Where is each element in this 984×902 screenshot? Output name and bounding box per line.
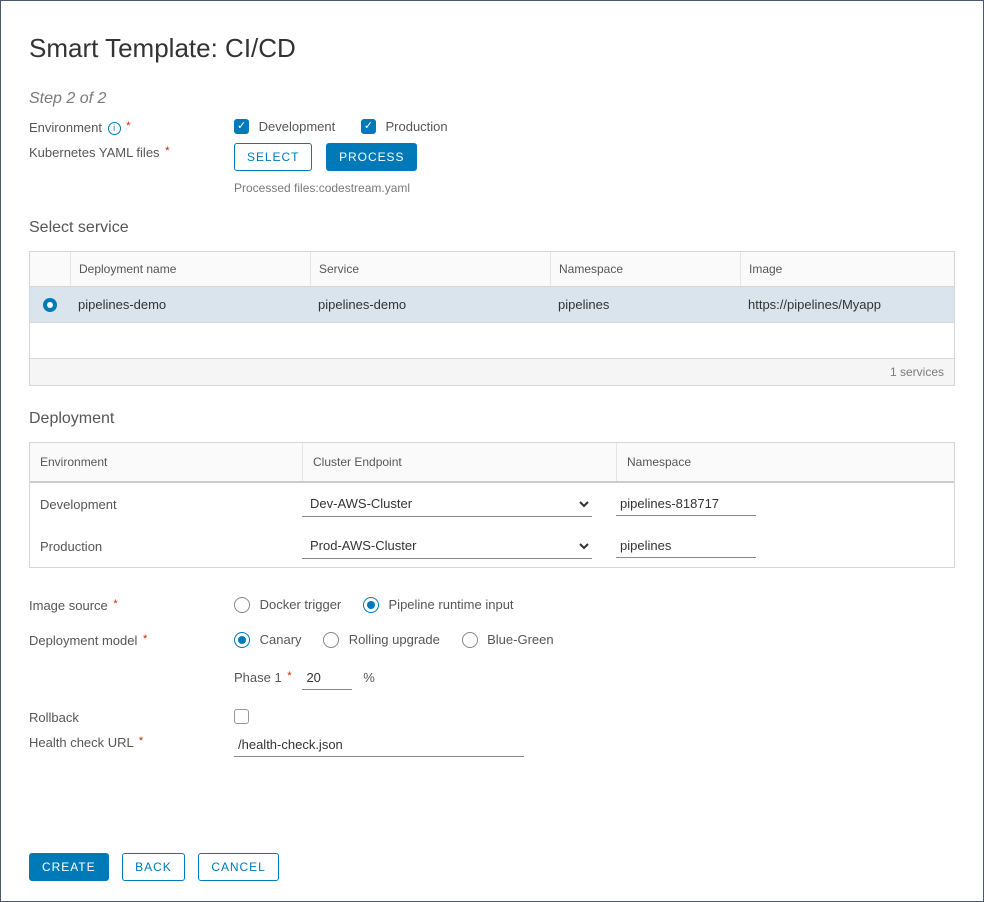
- model-rolling-radio[interactable]: [323, 632, 339, 648]
- yaml-row: Kubernetes YAML files * Select Process P…: [29, 143, 955, 195]
- model-canary-radio[interactable]: [234, 632, 250, 648]
- image-source-docker-radio[interactable]: [234, 597, 250, 613]
- select-button[interactable]: Select: [234, 143, 312, 171]
- cell-deployment: pipelines-demo: [70, 287, 310, 322]
- create-button[interactable]: Create: [29, 853, 109, 881]
- healthcheck-label-text: Health check URL: [29, 735, 133, 750]
- info-icon[interactable]: i: [108, 122, 121, 135]
- required-icon: *: [163, 145, 169, 157]
- image-source-row: Image source * Docker trigger Pipeline r…: [29, 596, 955, 613]
- required-icon: *: [141, 633, 147, 645]
- namespace-input-dev[interactable]: [616, 492, 756, 516]
- deployment-table: Environment Cluster Endpoint Namespace D…: [29, 442, 955, 568]
- step-indicator: Step 2 of 2: [29, 90, 955, 108]
- deployment-table-header: Environment Cluster Endpoint Namespace: [30, 443, 954, 483]
- select-service-heading: Select service: [29, 219, 955, 237]
- deployment-row-prod: Production Prod-AWS-Cluster: [30, 525, 954, 567]
- model-bluegreen-label: Blue-Green: [487, 632, 553, 647]
- healthcheck-input[interactable]: [234, 733, 524, 757]
- service-table-footer: 1 services: [30, 359, 954, 385]
- required-icon: *: [111, 598, 117, 610]
- image-source-docker-label: Docker trigger: [260, 597, 342, 612]
- environment-label: Environment i *: [29, 118, 234, 135]
- image-source-runtime-label: Pipeline runtime input: [389, 597, 514, 612]
- image-source-controls: Docker trigger Pipeline runtime input: [234, 596, 955, 613]
- col-deployment: Deployment name: [70, 252, 310, 286]
- yaml-controls: Select Process Processed files:codestrea…: [234, 143, 955, 195]
- rollback-controls: [234, 708, 955, 724]
- deployment-heading: Deployment: [29, 410, 955, 428]
- healthcheck-controls: [234, 733, 955, 757]
- rollback-checkbox[interactable]: [234, 709, 249, 724]
- env-development-label: Development: [259, 119, 336, 134]
- phase1-input[interactable]: [302, 666, 352, 690]
- healthcheck-label: Health check URL *: [29, 733, 234, 750]
- model-canary-label: Canary: [260, 632, 302, 647]
- phase1-label: Phase 1: [234, 670, 282, 685]
- service-table: Deployment name Service Namespace Image …: [29, 251, 955, 386]
- required-icon: *: [124, 120, 130, 132]
- col-cluster: Cluster Endpoint: [302, 443, 616, 481]
- percent-label: %: [363, 670, 375, 685]
- back-button[interactable]: Back: [122, 853, 185, 881]
- cluster-select-dev[interactable]: Dev-AWS-Cluster: [302, 491, 592, 517]
- model-bluegreen-radio[interactable]: [462, 632, 478, 648]
- smart-template-page: Smart Template: CI/CD Step 2 of 2 Enviro…: [0, 0, 984, 902]
- col-ns: Namespace: [616, 443, 954, 481]
- rollback-row: Rollback: [29, 708, 955, 725]
- col-image: Image: [740, 252, 954, 286]
- cell-namespace: pipelines: [550, 287, 740, 322]
- deployment-model-row: Deployment model * Canary Rolling upgrad…: [29, 631, 955, 690]
- environment-row: Environment i * Development Production: [29, 118, 955, 135]
- env-production-label: Production: [385, 119, 447, 134]
- col-namespace: Namespace: [550, 252, 740, 286]
- cell-service: pipelines-demo: [310, 287, 550, 322]
- yaml-label: Kubernetes YAML files *: [29, 143, 234, 160]
- dep-env-dev: Development: [30, 497, 302, 512]
- process-button[interactable]: Process: [326, 143, 417, 171]
- environment-controls: Development Production: [234, 118, 955, 134]
- image-source-label-text: Image source: [29, 598, 108, 613]
- env-production-checkbox[interactable]: [361, 119, 376, 134]
- required-icon: *: [137, 735, 143, 747]
- deployment-model-label-text: Deployment model: [29, 633, 137, 648]
- service-radio[interactable]: [43, 298, 57, 312]
- col-env: Environment: [30, 443, 302, 481]
- service-row[interactable]: pipelines-demo pipelines-demo pipelines …: [30, 287, 954, 323]
- cancel-button[interactable]: Cancel: [198, 853, 278, 881]
- rollback-label: Rollback: [29, 708, 234, 725]
- namespace-input-prod[interactable]: [616, 534, 756, 558]
- service-table-blank: [30, 323, 954, 359]
- image-source-runtime-radio[interactable]: [363, 597, 379, 613]
- model-rolling-label: Rolling upgrade: [349, 632, 440, 647]
- cluster-select-prod[interactable]: Prod-AWS-Cluster: [302, 533, 592, 559]
- processed-files-text: Processed files:codestream.yaml: [234, 181, 955, 195]
- footer-buttons: Create Back Cancel: [29, 853, 279, 881]
- page-title: Smart Template: CI/CD: [29, 33, 955, 64]
- deployment-row-dev: Development Dev-AWS-Cluster: [30, 483, 954, 525]
- service-table-header: Deployment name Service Namespace Image: [30, 252, 954, 287]
- col-service: Service: [310, 252, 550, 286]
- deployment-model-label: Deployment model *: [29, 631, 234, 648]
- yaml-label-text: Kubernetes YAML files: [29, 145, 160, 160]
- deployment-model-controls: Canary Rolling upgrade Blue-Green Phase …: [234, 631, 955, 690]
- environment-label-text: Environment: [29, 120, 102, 135]
- image-source-label: Image source *: [29, 596, 234, 613]
- required-icon: *: [285, 670, 291, 682]
- env-development-checkbox[interactable]: [234, 119, 249, 134]
- cell-image: https://pipelines/Myapp: [740, 287, 954, 322]
- phase1-block: Phase 1 * %: [234, 666, 955, 690]
- dep-env-prod: Production: [30, 539, 302, 554]
- healthcheck-row: Health check URL *: [29, 733, 955, 757]
